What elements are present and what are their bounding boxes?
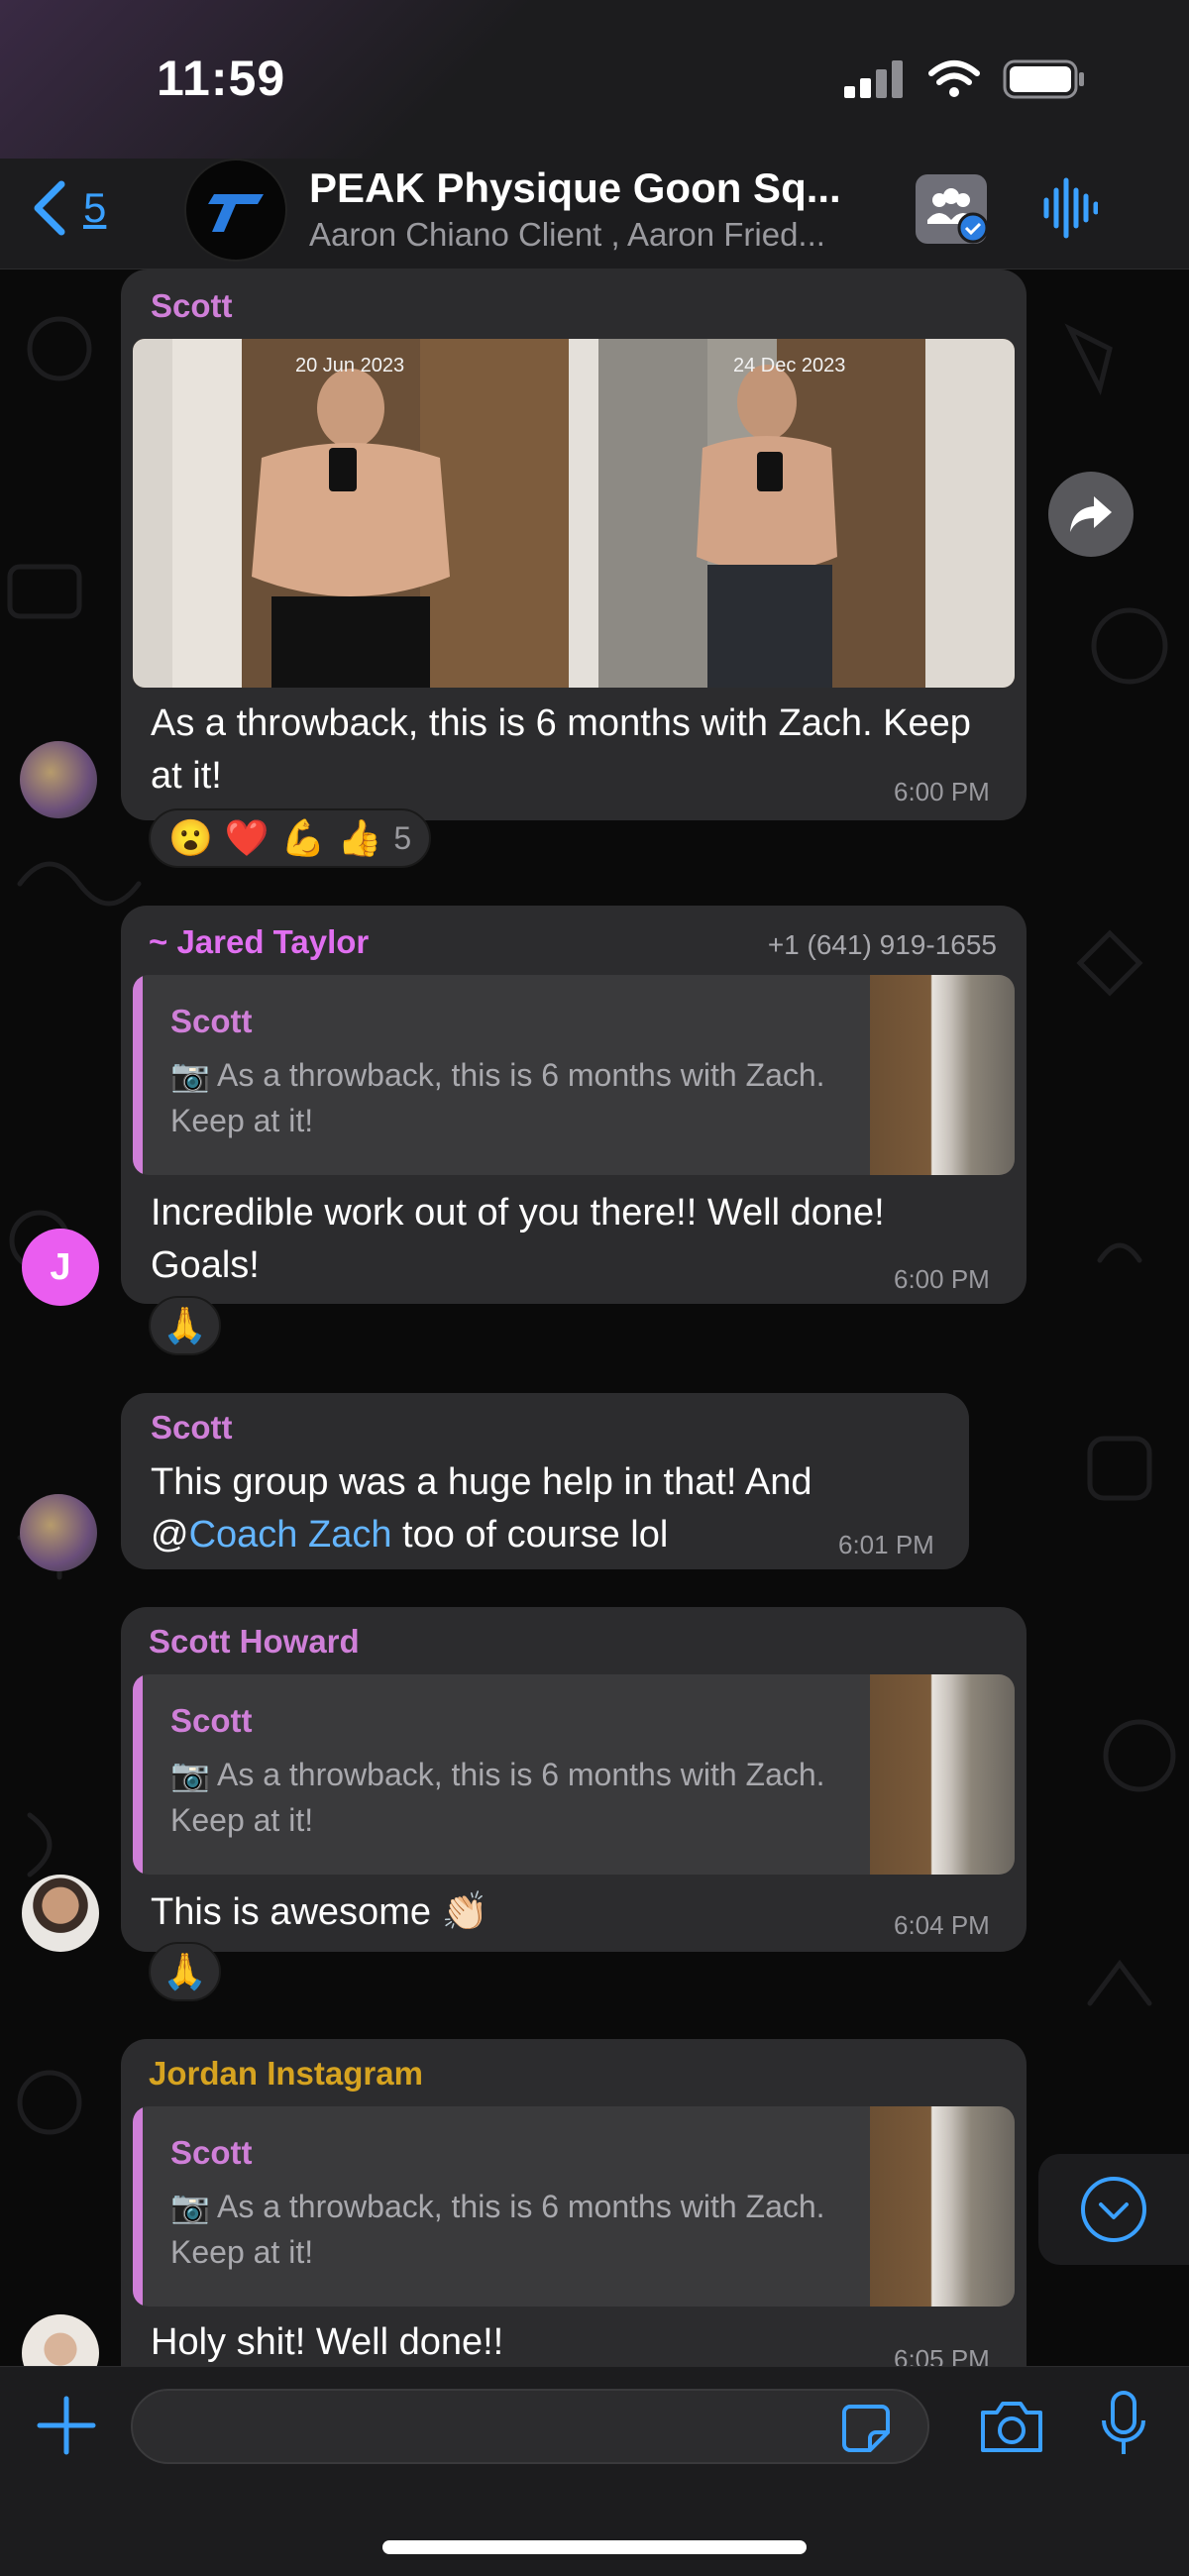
camera-icon — [981, 2402, 1042, 2452]
progress-photo[interactable]: 20 Jun 2023 24 Dec 2023 — [133, 339, 1015, 688]
status-time: 11:59 — [157, 51, 286, 106]
sender-name: ~ Jared Taylor — [149, 923, 370, 960]
message-text: As a throwback, this is 6 months with Za… — [151, 702, 971, 797]
sender-name: Jordan Instagram — [149, 2055, 423, 2092]
message-bubble[interactable]: Scott 20 Jun 2023 24 Dec 2023 As a throw… — [121, 269, 1027, 820]
sender-name: Scott Howard — [149, 1623, 360, 1660]
message-time: 6:01 PM — [838, 1530, 934, 1559]
attach-button[interactable] — [34, 2393, 99, 2463]
forward-icon — [1070, 496, 1112, 532]
group-logo-icon — [208, 194, 264, 232]
message-time: 6:04 PM — [894, 1910, 990, 1940]
quote-sender: Scott — [170, 1702, 253, 1739]
sender-name: Scott — [151, 1409, 233, 1446]
message-text: This group was a huge help in that! And … — [151, 1461, 812, 1556]
message-bubble[interactable]: Scott Howard Scott 📷 As a throwback, thi… — [121, 1607, 1027, 1952]
scroll-to-bottom-button[interactable] — [1038, 2154, 1189, 2265]
chat-members-subtitle[interactable]: Aaron Chiano Client , Aaron Fried... — [309, 216, 825, 254]
voice-chat-icon — [1043, 177, 1099, 239]
camera-icon: 📷 — [170, 1757, 217, 1792]
photo-date-right: 24 Dec 2023 — [733, 355, 846, 376]
message-time: 6:00 PM — [894, 1264, 990, 1294]
avatar[interactable]: J — [22, 1229, 99, 1306]
quote-accent-bar — [133, 1674, 143, 1875]
quote-text: 📷 As a throwback, this is 6 months with … — [170, 1057, 825, 1138]
reaction-emoji: 💪 — [280, 817, 326, 858]
chat-title[interactable]: PEAK Physique Goon Sq... — [309, 164, 841, 212]
reactions-bar[interactable]: 😮 ❤️ 💪 👍 5 — [149, 808, 432, 868]
quote-thumbnail — [870, 975, 1015, 1175]
quote-text: 📷 As a throwback, this is 6 months with … — [170, 2189, 825, 2270]
reaction-emoji: 🙏 — [162, 1305, 207, 1345]
camera-icon: 📷 — [170, 1057, 217, 1093]
reply-quote[interactable]: Scott 📷 As a throwback, this is 6 months… — [133, 2106, 1015, 2307]
chevron-down-circle-icon — [1081, 2177, 1146, 2242]
forward-button[interactable] — [1048, 472, 1134, 557]
camera-button[interactable] — [977, 2397, 1046, 2461]
battery-icon — [1003, 59, 1084, 99]
quote-accent-bar — [133, 975, 143, 1175]
reaction-emoji: 😮 — [168, 817, 213, 858]
back-chevron-icon — [34, 180, 65, 236]
message-text: Incredible work out of you there!! Well … — [151, 1192, 885, 1286]
reaction-emoji: 🙏 — [162, 1951, 207, 1991]
reactions-bar[interactable]: 🙏 — [149, 1296, 221, 1355]
reactions-bar[interactable]: 🙏 — [149, 1942, 221, 2001]
group-avatar[interactable] — [184, 159, 287, 262]
reaction-emoji: ❤️ — [224, 817, 270, 858]
quote-sender: Scott — [170, 1003, 253, 1039]
group-members-button[interactable] — [916, 174, 989, 244]
group-members-icon — [927, 188, 989, 244]
reply-quote[interactable]: Scott 📷 As a throwback, this is 6 months… — [133, 1674, 1015, 1875]
quote-text: 📷 As a throwback, this is 6 months with … — [170, 1757, 825, 1838]
chat-header: 5 PEAK Physique Goon Sq... Aaron Chiano … — [0, 159, 1189, 269]
avatar-initial: J — [50, 1245, 71, 1288]
reply-quote[interactable]: Scott 📷 As a throwback, this is 6 months… — [133, 975, 1015, 1175]
microphone-button[interactable] — [1096, 2389, 1151, 2467]
message-text: This is awesome 👏🏻 — [151, 1891, 488, 1933]
message-bubble[interactable]: Scott This group was a huge help in that… — [121, 1393, 969, 1569]
sender-phone: +1 (641) 919-1655 — [767, 929, 997, 960]
sticker-button[interactable] — [840, 2403, 892, 2459]
cellular-signal-icon — [844, 60, 903, 98]
microphone-icon — [1102, 2391, 1145, 2454]
message-input[interactable] — [131, 2389, 929, 2464]
home-indicator[interactable] — [382, 2540, 807, 2554]
status-bar: 11:59 — [0, 0, 1189, 159]
sender-name: Scott — [151, 287, 233, 324]
voice-chat-button[interactable] — [1042, 176, 1099, 245]
reaction-count: 5 — [393, 819, 412, 856]
quote-thumbnail — [870, 1674, 1015, 1875]
before-after-photo-image — [133, 339, 1015, 688]
unread-count: 5 — [83, 184, 107, 231]
avatar[interactable] — [20, 1494, 97, 1571]
quote-thumbnail — [870, 2106, 1015, 2307]
mention-link[interactable]: Coach Zach — [189, 1514, 392, 1556]
message-time: 6:00 PM — [894, 777, 990, 806]
message-text: Holy shit! Well done!! — [151, 2321, 504, 2363]
avatar[interactable] — [20, 741, 97, 818]
message-bubble[interactable]: ~ Jared Taylor +1 (641) 919-1655 Scott 📷… — [121, 906, 1027, 1304]
camera-icon: 📷 — [170, 2189, 217, 2224]
reaction-emoji: 👍 — [337, 817, 382, 858]
sticker-icon — [842, 2405, 890, 2452]
wifi-icon — [928, 60, 980, 97]
chat-screen: 11:59 5 PEAK Physique Goon Sq... Aaron C… — [0, 0, 1189, 2576]
back-button[interactable]: 5 — [30, 178, 106, 238]
quote-accent-bar — [133, 2106, 143, 2307]
plus-icon — [37, 2396, 96, 2455]
photo-date-left: 20 Jun 2023 — [295, 355, 405, 376]
quote-sender: Scott — [170, 2134, 253, 2171]
avatar[interactable] — [22, 1875, 99, 1952]
